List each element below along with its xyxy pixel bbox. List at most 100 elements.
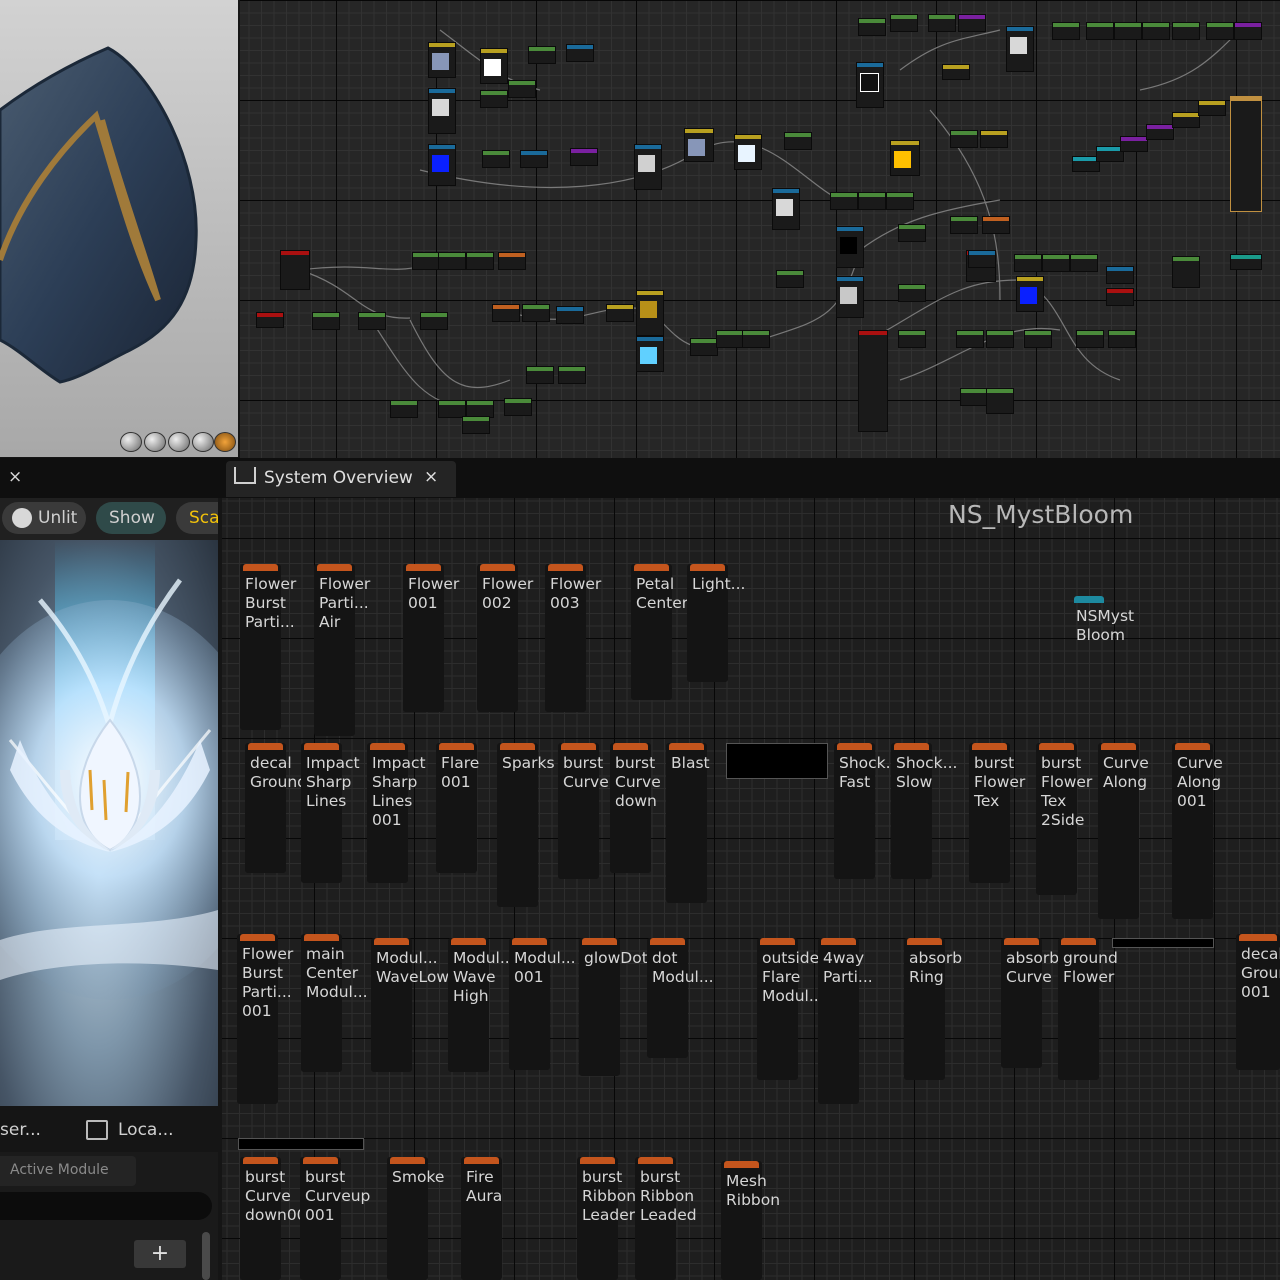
emitter-node[interactable]: Smoke xyxy=(387,1157,444,1280)
preview-cylinder-button[interactable] xyxy=(144,432,166,452)
emitter-node[interactable]: burst Flower Tex 2Side xyxy=(1036,743,1092,895)
emitter-label: Flower 002 xyxy=(482,575,534,612)
emitter-node[interactable]: decal Ground xyxy=(245,743,307,873)
emitter-node[interactable]: burst Curve down001 xyxy=(240,1157,316,1280)
emitter-header xyxy=(894,743,929,750)
search-field[interactable] xyxy=(0,1192,212,1220)
tab-system-overview[interactable]: System Overview × xyxy=(226,461,456,497)
emitter-node[interactable]: decal Ground 001 xyxy=(1236,934,1280,1070)
emitter-node[interactable]: Fire Aura xyxy=(461,1157,502,1280)
emitter-header xyxy=(582,938,617,945)
emitter-label: dot Modul... xyxy=(652,949,714,986)
emitter-node[interactable]: outside Flare Modul... xyxy=(757,938,824,1080)
tab-local-params[interactable]: Loca... xyxy=(118,1120,174,1140)
emitter-node[interactable]: Modul... WaveLow xyxy=(371,938,449,1072)
material-preview-viewport[interactable] xyxy=(0,0,238,457)
emitter-node[interactable]: Flower Burst Parti... xyxy=(240,564,296,730)
emitter-header xyxy=(690,564,725,571)
emitter-node[interactable]: burst Curve down xyxy=(610,743,661,873)
emitter-node[interactable]: ground Flower xyxy=(1058,938,1118,1080)
emitter-label: ground Flower xyxy=(1063,949,1118,986)
system-title: NS_MystBloom xyxy=(948,500,1134,529)
emitter-node[interactable]: 4way Parti... xyxy=(818,938,873,1104)
preview-teapot-button[interactable] xyxy=(214,432,236,452)
comment-note xyxy=(726,743,828,779)
preview-cube-button[interactable] xyxy=(192,432,214,452)
emitter-header xyxy=(650,938,685,945)
unlit-button[interactable]: Unlit xyxy=(2,502,86,534)
emitter-header xyxy=(821,938,856,945)
emitter-node[interactable]: glowDot xyxy=(579,938,648,1076)
material-graph[interactable] xyxy=(240,0,1280,458)
emitter-header xyxy=(374,938,409,945)
emitter-node[interactable]: Curve Along 001 xyxy=(1172,743,1223,919)
show-label: Show xyxy=(109,508,155,528)
emitter-node[interactable]: Flower 001 xyxy=(403,564,459,712)
niagara-preview-viewport[interactable] xyxy=(0,540,218,1106)
emitter-header xyxy=(370,743,405,750)
emitter-node[interactable]: burst Flower Tex xyxy=(969,743,1025,883)
emitter-node[interactable]: Flare 001 xyxy=(436,743,479,873)
emitter-header xyxy=(304,934,339,941)
emitter-node[interactable]: Modul... 001 xyxy=(509,938,576,1070)
emitter-header xyxy=(580,1157,615,1164)
emitter-node[interactable]: Shock... Slow xyxy=(891,743,957,879)
scale-button[interactable]: Sca xyxy=(176,502,218,534)
emitter-header xyxy=(439,743,474,750)
emitter-label: absorb Ring xyxy=(909,949,963,986)
emitter-header xyxy=(907,938,942,945)
emitter-label: Mesh Ribbon xyxy=(726,1172,781,1209)
graph-wires xyxy=(299,29,1241,411)
emitter-node[interactable]: burst Ribbon Leaded xyxy=(635,1157,697,1280)
preview-sphere-button[interactable] xyxy=(120,432,142,452)
emitter-header xyxy=(406,564,441,571)
emitter-node[interactable]: Light... xyxy=(687,564,745,682)
emitter-node[interactable]: Mesh Ribbon xyxy=(721,1161,780,1280)
close-tab-icon[interactable]: × xyxy=(424,467,438,487)
emitter-header xyxy=(613,743,648,750)
details-panel: ser... Loca... Active Module + xyxy=(0,1106,218,1280)
emitter-label: Blast xyxy=(671,754,710,772)
emitter-label: Flower Burst Parti... 001 xyxy=(242,945,294,1020)
emitter-label: burst Flower Tex 2Side xyxy=(1041,754,1093,829)
emitter-node[interactable]: Impact Sharp Lines 001 xyxy=(367,743,426,883)
graph-icon xyxy=(234,467,256,484)
emitter-header xyxy=(561,743,596,750)
emitter-label: burst Ribbon Leader xyxy=(582,1168,637,1224)
active-module-button[interactable]: Active Module xyxy=(0,1156,136,1186)
tab-bar xyxy=(0,458,1280,498)
emitter-node[interactable]: Petal Center xyxy=(631,564,688,700)
emitter-node[interactable]: Sparks xyxy=(497,743,555,907)
scrollbar[interactable] xyxy=(202,1232,210,1280)
emitter-node[interactable]: Flower 002 xyxy=(477,564,533,712)
emitter-node[interactable]: burst Curveup 001 xyxy=(300,1157,370,1280)
emitter-node[interactable]: Curve Along xyxy=(1098,743,1149,919)
emitter-label: Flower 003 xyxy=(550,575,602,612)
show-button[interactable]: Show xyxy=(96,502,166,534)
emitter-node[interactable]: Shock... Fast xyxy=(834,743,900,879)
tab-user-params[interactable]: ser... xyxy=(0,1120,41,1140)
emitter-node[interactable]: burst Curveup xyxy=(558,743,628,879)
emitter-node[interactable]: Flower 003 xyxy=(545,564,601,712)
emitter-node[interactable]: Blast xyxy=(666,743,710,903)
emitter-node[interactable]: Modul... Wave High xyxy=(448,938,515,1072)
preview-plane-button[interactable] xyxy=(168,432,190,452)
close-preview-tab-icon[interactable]: × xyxy=(8,467,22,487)
emitter-node[interactable]: Flower Burst Parti... 001 xyxy=(237,934,293,1104)
emitter-node[interactable]: Flower Parti... Air xyxy=(314,564,370,736)
emitter-node[interactable]: dot Modul... xyxy=(647,938,714,1058)
emitter-node[interactable]: main Center Modul... xyxy=(301,934,368,1072)
emitter-node[interactable]: Impact Sharp Lines xyxy=(301,743,360,883)
emitter-header xyxy=(304,743,339,750)
emitter-label: Flower 001 xyxy=(408,575,460,612)
emitter-node[interactable]: absorb Ring xyxy=(904,938,962,1080)
emitter-node[interactable]: absorb Curve xyxy=(1001,938,1059,1068)
system-node[interactable]: NSMyst Bloom xyxy=(1071,596,1134,646)
add-button[interactable]: + xyxy=(134,1240,186,1268)
emitter-label: absorb Curve xyxy=(1006,949,1060,986)
emitter-node[interactable]: burst Ribbon Leader xyxy=(577,1157,636,1280)
emitter-header xyxy=(548,564,583,571)
emitter-header xyxy=(669,743,704,750)
emitter-header xyxy=(837,743,872,750)
emitter-header xyxy=(1039,743,1074,750)
